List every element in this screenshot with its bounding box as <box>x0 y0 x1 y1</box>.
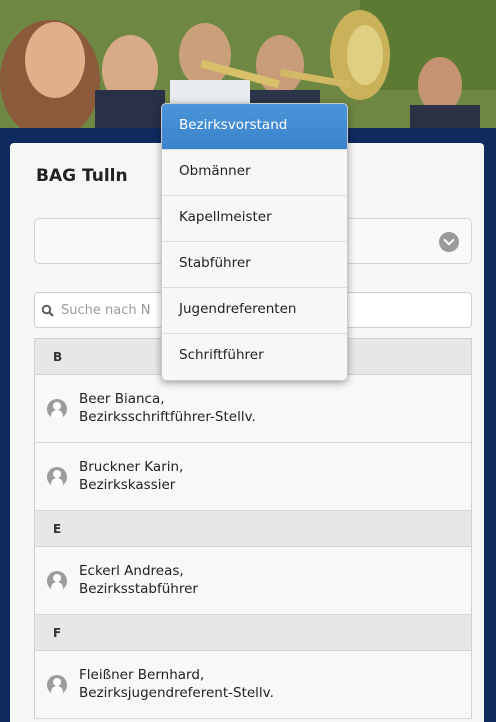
member-role: Bezirksstabführer <box>79 581 198 597</box>
category-dropdown-menu: Bezirksvorstand Obmänner Kapellmeister S… <box>161 103 348 381</box>
menu-item-schriftfuehrer[interactable]: Schriftführer <box>162 334 347 380</box>
person-icon <box>47 399 67 419</box>
member-name: Eckerl Andreas, <box>79 563 184 579</box>
list-divider: F <box>35 615 471 651</box>
member-name: Fleißner Bernhard, <box>79 667 205 683</box>
menu-item-bezirksvorstand[interactable]: Bezirksvorstand <box>162 104 347 150</box>
page-title: BAG Tulln <box>36 166 128 186</box>
chevron-down-icon <box>439 232 459 252</box>
list-divider: E <box>35 511 471 547</box>
menu-item-obmaenner[interactable]: Obmänner <box>162 150 347 196</box>
member-role: Bezirksschriftführer-Stellv. <box>79 409 256 425</box>
person-icon <box>47 675 67 695</box>
list-item[interactable]: Fleißner Bernhard, Bezirksjugendreferent… <box>35 651 471 719</box>
member-role: Bezirksjugendreferent-Stellv. <box>79 685 274 701</box>
person-icon <box>47 571 67 591</box>
list-item[interactable]: Beer Bianca, Bezirksschriftführer-Stellv… <box>35 375 471 443</box>
person-icon <box>47 467 67 487</box>
menu-item-kapellmeister[interactable]: Kapellmeister <box>162 196 347 242</box>
member-role: Bezirkskassier <box>79 477 176 493</box>
menu-item-jugendreferenten[interactable]: Jugendreferenten <box>162 288 347 334</box>
member-name: Bruckner Karin, <box>79 459 184 475</box>
menu-item-stabfuehrer[interactable]: Stabführer <box>162 242 347 288</box>
member-list: B Beer Bianca, Bezirksschriftführer-Stel… <box>34 338 472 719</box>
list-item[interactable]: Bruckner Karin, Bezirkskassier <box>35 443 471 511</box>
member-name: Beer Bianca, <box>79 391 165 407</box>
list-item[interactable]: Eckerl Andreas, Bezirksstabführer <box>35 547 471 615</box>
search-icon <box>41 304 54 317</box>
